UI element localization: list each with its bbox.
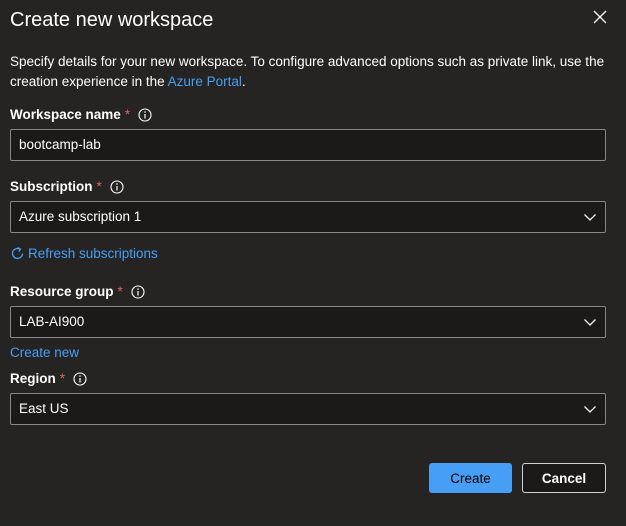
subscription-label: Subscription * xyxy=(10,178,124,196)
create-workspace-dialog: Create new workspace Specify details for… xyxy=(0,0,626,526)
create-new-resource-group-link[interactable]: Create new xyxy=(10,345,79,360)
resource-group-value: LAB-AI900 xyxy=(19,314,85,329)
region-label: Region * xyxy=(10,370,87,388)
subscription-label-text: Subscription xyxy=(10,179,93,194)
required-marker: * xyxy=(96,179,102,194)
required-marker: * xyxy=(124,107,131,122)
region-dropdown[interactable]: East US xyxy=(10,393,606,425)
dialog-description: Specify details for your new workspace. … xyxy=(10,52,610,92)
refresh-subscriptions-link[interactable]: Refresh subscriptions xyxy=(10,246,158,261)
info-icon[interactable] xyxy=(73,372,87,386)
required-marker: * xyxy=(59,371,66,386)
cancel-button[interactable]: Cancel xyxy=(522,463,606,493)
workspace-name-input[interactable]: bootcamp-lab xyxy=(10,129,606,161)
azure-portal-link[interactable]: Azure Portal xyxy=(168,74,242,89)
subscription-dropdown[interactable]: Azure subscription 1 xyxy=(10,201,606,233)
resource-group-label-text: Resource group xyxy=(10,284,114,299)
description-suffix: . xyxy=(241,74,246,89)
region-value: East US xyxy=(19,401,69,416)
dialog-title: Create new workspace xyxy=(10,9,214,31)
description-text: Specify details for your new workspace. … xyxy=(10,54,605,89)
info-icon[interactable] xyxy=(131,285,145,299)
info-icon[interactable] xyxy=(138,108,152,122)
chevron-down-icon xyxy=(584,214,596,221)
info-icon[interactable] xyxy=(110,180,124,194)
chevron-down-icon xyxy=(584,319,596,326)
refresh-subscriptions-text: Refresh subscriptions xyxy=(28,246,158,261)
close-icon xyxy=(593,10,607,24)
workspace-name-value: bootcamp-lab xyxy=(19,137,101,152)
required-marker: * xyxy=(117,284,123,299)
subscription-value: Azure subscription 1 xyxy=(19,209,142,224)
create-button[interactable]: Create xyxy=(429,463,512,493)
resource-group-dropdown[interactable]: LAB-AI900 xyxy=(10,306,606,338)
resource-group-label: Resource group * xyxy=(10,283,145,301)
refresh-icon xyxy=(11,247,24,260)
chevron-down-icon xyxy=(584,406,596,413)
workspace-name-label: Workspace name * xyxy=(10,106,152,124)
workspace-name-label-text: Workspace name xyxy=(10,107,121,122)
close-button[interactable] xyxy=(589,6,611,28)
region-label-text: Region xyxy=(10,371,56,386)
